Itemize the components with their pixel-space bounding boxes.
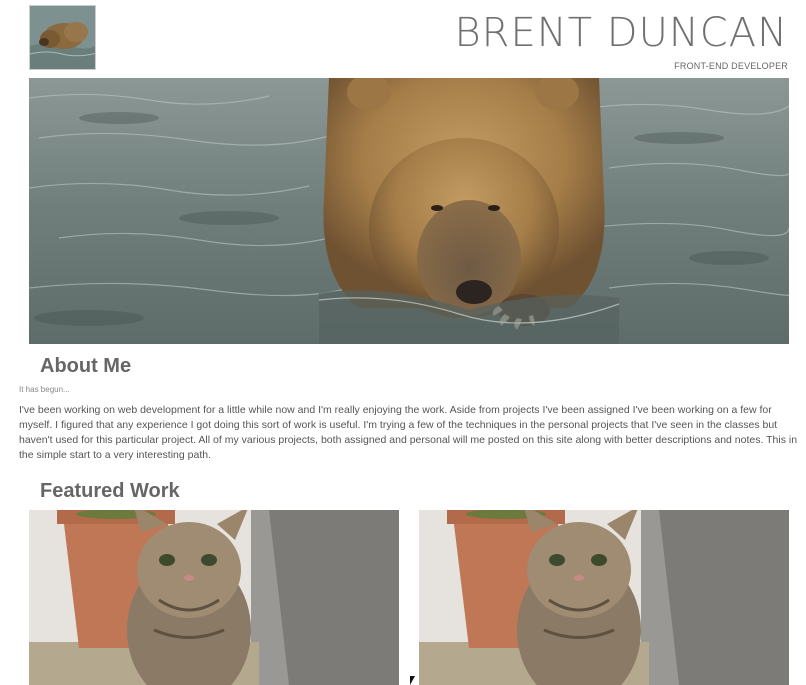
- mouse-pointer-icon: [410, 676, 415, 685]
- kitten-photo: [419, 510, 789, 685]
- site-title: BRENT DUNCAN: [454, 10, 788, 56]
- about-subheading: It has begun...: [19, 385, 70, 394]
- about-heading: About Me: [40, 355, 132, 377]
- bear-thumbnail-icon: [30, 6, 95, 69]
- page: BRENT DUNCAN FRONT-END DEVELOPER About M…: [0, 0, 806, 685]
- about-paragraph: I've been working on web development for…: [19, 404, 798, 461]
- site-subtitle: FRONT-END DEVELOPER: [674, 61, 788, 71]
- hero-image: [29, 78, 789, 344]
- featured-work-heading: Featured Work: [40, 480, 180, 502]
- bear-in-water-photo: [29, 78, 789, 344]
- featured-work-item[interactable]: [29, 510, 399, 685]
- logo-bear-thumbnail[interactable]: [29, 5, 96, 70]
- featured-work-item[interactable]: [419, 510, 789, 685]
- kitten-photo: [29, 510, 399, 685]
